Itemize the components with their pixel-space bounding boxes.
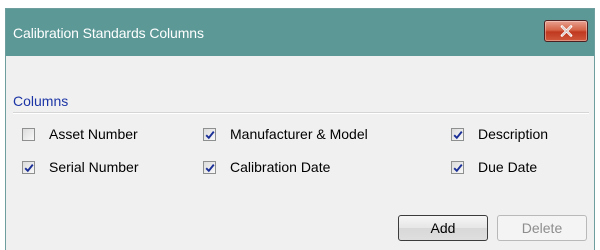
title-bar[interactable]: Calibration Standards Columns bbox=[6, 9, 594, 56]
checkbox-box[interactable] bbox=[203, 127, 216, 141]
add-button[interactable]: Add bbox=[398, 215, 488, 241]
columns-group-label: Columns bbox=[13, 93, 69, 109]
checkbox-box[interactable] bbox=[451, 127, 464, 141]
checkbox-label: Serial Number bbox=[49, 159, 139, 175]
checkbox-box[interactable] bbox=[203, 160, 216, 174]
checkbox-label: Asset Number bbox=[49, 126, 138, 142]
window-title: Calibration Standards Columns bbox=[13, 25, 204, 41]
checkbox-serial-number[interactable]: Serial Number bbox=[22, 158, 138, 176]
dialog-body: Columns Asset Number Manufacturer & Mode… bbox=[6, 56, 594, 250]
close-button[interactable] bbox=[544, 20, 588, 42]
checkbox-description[interactable]: Description bbox=[451, 125, 548, 143]
checkbox-label: Calibration Date bbox=[230, 159, 331, 175]
dialog-window: Calibration Standards Columns Columns As… bbox=[5, 8, 595, 250]
checkmark-icon bbox=[453, 163, 463, 172]
checkmark-icon bbox=[453, 130, 463, 139]
checkbox-box[interactable] bbox=[451, 160, 464, 174]
checkmark-icon bbox=[205, 163, 215, 172]
checkmark-icon bbox=[24, 163, 34, 172]
checkmark-icon bbox=[205, 130, 215, 139]
checkbox-label: Description bbox=[478, 126, 549, 142]
group-divider bbox=[13, 112, 589, 114]
checkbox-box[interactable] bbox=[22, 160, 35, 174]
checkbox-manufacturer-model[interactable]: Manufacturer & Model bbox=[203, 125, 368, 143]
checkbox-calibration-date[interactable]: Calibration Date bbox=[203, 158, 330, 176]
checkbox-asset-number[interactable]: Asset Number bbox=[22, 125, 138, 143]
checkbox-box[interactable] bbox=[22, 127, 35, 141]
checkbox-due-date[interactable]: Due Date bbox=[451, 158, 537, 176]
delete-button[interactable]: Delete bbox=[497, 215, 587, 241]
checkbox-label: Due Date bbox=[478, 159, 538, 175]
checkbox-label: Manufacturer & Model bbox=[230, 126, 368, 142]
close-icon bbox=[560, 25, 573, 37]
